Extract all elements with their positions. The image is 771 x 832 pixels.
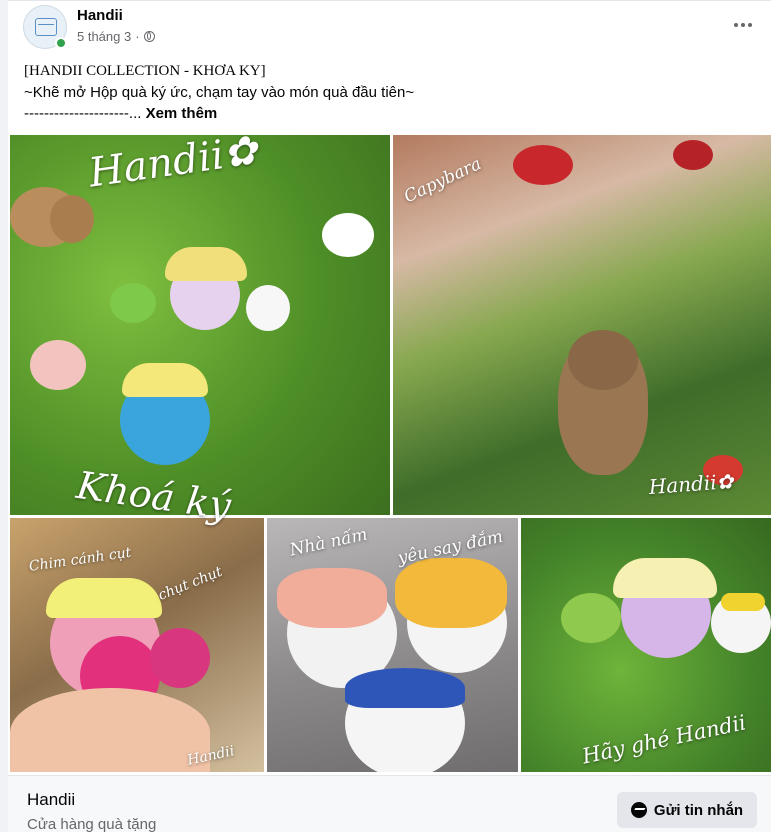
gift-box-icon [35, 18, 57, 36]
page-info-footer: Handii Cửa hàng quà tặng Gửi tin nhắn [8, 775, 771, 832]
photo-2[interactable] [393, 135, 771, 515]
more-dot-icon [741, 23, 745, 27]
post-text-line: ~Khẽ mở Hộp quà ký ức, chạm tay vào món … [24, 84, 415, 101]
meta-separator: · [135, 29, 140, 44]
post-card: Handii 5 tháng 3 · [HANDII COLLECTION - … [8, 0, 771, 832]
more-dot-icon [734, 23, 738, 27]
post-time[interactable]: 5 tháng 3 [77, 29, 131, 44]
globe-icon[interactable] [143, 31, 155, 42]
send-message-button[interactable]: Gửi tin nhắn [617, 792, 757, 828]
page-name[interactable]: Handii [77, 7, 123, 24]
photo-1[interactable] [10, 135, 390, 515]
post-text-line: ---------------------... Xem thêm [24, 103, 754, 124]
post-text-line: [HANDII COLLECTION - KHƠA KY] [24, 63, 266, 79]
send-message-label: Gửi tin nhắn [653, 801, 744, 819]
messenger-icon [630, 802, 647, 818]
footer-page-name[interactable]: Handii [27, 790, 75, 810]
post-divider-text: ---------------------... [24, 105, 142, 122]
online-status-icon [55, 37, 67, 49]
see-more-link[interactable]: Xem thêm [146, 105, 218, 122]
more-dot-icon [748, 23, 752, 27]
post-text: [HANDII COLLECTION - KHƠA KY] ~Khẽ mở Hộ… [24, 61, 754, 124]
more-options-button[interactable] [725, 9, 761, 41]
footer-page-category: Cửa hàng quà tặng [27, 816, 157, 832]
post-meta: 5 tháng 3 · [77, 29, 155, 44]
